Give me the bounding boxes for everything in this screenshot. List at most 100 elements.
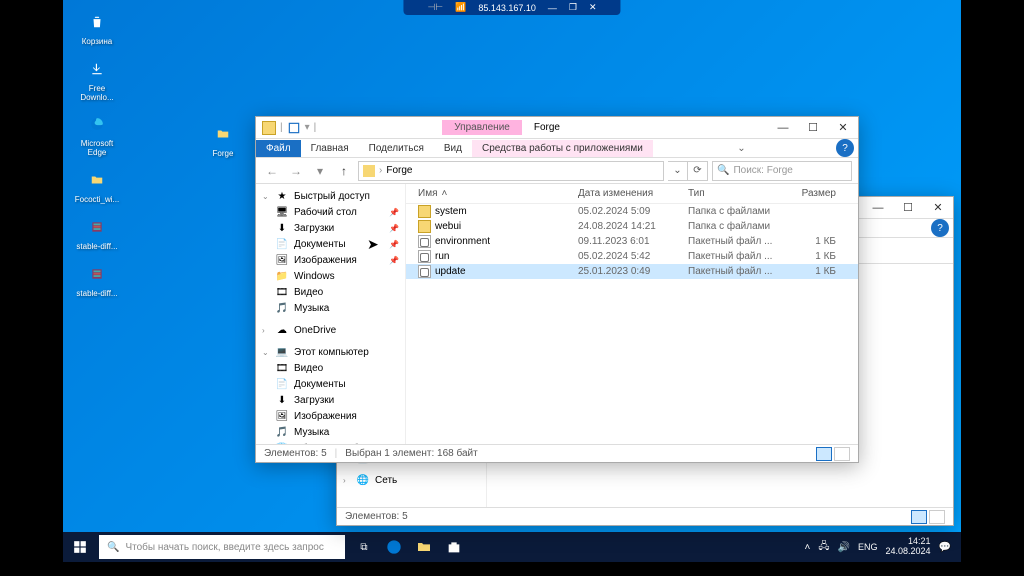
taskbar-store-icon[interactable] bbox=[439, 532, 469, 562]
statusbar-back: Элементов: 5 bbox=[337, 507, 953, 525]
sidebar-downloads[interactable]: ⬇Загрузки📌 bbox=[256, 220, 405, 236]
tray-sound-icon[interactable]: 🔊 bbox=[838, 542, 850, 553]
qat-properties-icon[interactable] bbox=[287, 121, 301, 135]
sidebar-windows[interactable]: 📁Windows bbox=[256, 268, 405, 284]
batch-file-icon bbox=[418, 250, 431, 263]
sidebar-documents[interactable]: 📄Документы📌 bbox=[256, 236, 405, 252]
taskbar-explorer-icon[interactable] bbox=[409, 532, 439, 562]
nav-back-icon[interactable]: ← bbox=[262, 161, 282, 181]
tray-chevron-icon[interactable]: ˄ bbox=[805, 542, 811, 553]
task-view-icon[interactable]: ⧉ bbox=[349, 532, 379, 562]
help-icon-back[interactable]: ? bbox=[931, 219, 949, 237]
file-list[interactable]: Имя˄ Дата изменения Тип Размер system 05.… bbox=[406, 184, 858, 444]
view-large-btn[interactable] bbox=[834, 447, 850, 461]
tab-home[interactable]: Главная bbox=[301, 140, 359, 157]
remote-ip: 85.143.167.10 bbox=[478, 3, 536, 13]
maximize-button-back[interactable]: ☐ bbox=[893, 198, 923, 218]
nav-up-icon[interactable]: ↑ bbox=[334, 161, 354, 181]
file-row[interactable]: webui24.08.2024 14:21Папка с файлами bbox=[406, 219, 858, 234]
desktop-icon-edge[interactable]: Microsoft Edge bbox=[69, 108, 125, 160]
sidebar-pc-pictures[interactable]: 🖼Изображения bbox=[256, 408, 405, 424]
desktop-icon-free-download[interactable]: Free Downlo... bbox=[69, 53, 125, 105]
tab-file[interactable]: Файл bbox=[256, 140, 301, 157]
file-row[interactable]: environment09.11.2023 6:01Пакетный файл … bbox=[406, 234, 858, 249]
sidebar-music[interactable]: 🎵Музыка bbox=[256, 300, 405, 316]
sidebar-pc-videos[interactable]: 🎞Видео bbox=[256, 360, 405, 376]
start-button[interactable] bbox=[65, 532, 95, 562]
desktop-icon-recycle-bin[interactable]: Корзина bbox=[69, 6, 125, 49]
explorer-window-front[interactable]: | ▾ | Управление Forge — ☐ ✕ Файл Главна… bbox=[255, 116, 859, 463]
file-date: 05.02.2024 5:09 bbox=[572, 206, 682, 217]
address-dropdown-icon[interactable]: ⌄ bbox=[668, 161, 688, 181]
address-row: ← → ▾ ↑ › Forge ⌄ ⟳ 🔍 Поиск: Forge bbox=[256, 158, 858, 184]
sidebar-pictures[interactable]: 🖼Изображения📌 bbox=[256, 252, 405, 268]
file-row[interactable]: update25.01.2023 0:49Пакетный файл ...1 … bbox=[406, 264, 858, 279]
close-button-back[interactable]: ✕ bbox=[923, 198, 953, 218]
file-size: 1 КБ bbox=[782, 251, 842, 262]
col-type[interactable]: Тип bbox=[682, 188, 782, 199]
sidebar-pc-downloads[interactable]: ⬇Загрузки bbox=[256, 392, 405, 408]
sidebar-onedrive[interactable]: ›☁OneDrive bbox=[256, 322, 405, 338]
desktop-icon-forge[interactable]: Forge bbox=[195, 118, 251, 161]
file-row[interactable]: run05.02.2024 5:42Пакетный файл ...1 КБ bbox=[406, 249, 858, 264]
breadcrumb-folder-icon bbox=[363, 165, 375, 177]
batch-file-icon bbox=[418, 235, 431, 248]
col-name[interactable]: Имя˄ bbox=[412, 188, 572, 199]
desktop-icon-archive-1[interactable]: stable-diff... bbox=[69, 211, 125, 254]
sidebar-quick-access[interactable]: ⌄★Быстрый доступ bbox=[256, 188, 405, 204]
tab-view[interactable]: Вид bbox=[434, 140, 472, 157]
sidebar[interactable]: ⌄★Быстрый доступ 🖥Рабочий стол📌 ⬇Загрузк… bbox=[256, 184, 406, 444]
desktop-icon-folder-1[interactable]: Fococti_wi... bbox=[69, 164, 125, 207]
desktop[interactable]: ⊣⊢ 📶 85.143.167.10 — ❐ ✕ Корзина Free Do… bbox=[63, 0, 961, 562]
minimize-button[interactable]: — bbox=[768, 118, 798, 138]
file-date: 24.08.2024 14:21 bbox=[572, 221, 682, 232]
file-type: Папка с файлами bbox=[682, 221, 782, 232]
file-size: 1 КБ bbox=[782, 266, 842, 277]
col-date[interactable]: Дата изменения bbox=[572, 188, 682, 199]
sidebar-pc-documents[interactable]: 📄Документы bbox=[256, 376, 405, 392]
tray-network-icon[interactable]: 🖧 bbox=[818, 539, 829, 556]
nav-recent-icon[interactable]: ▾ bbox=[310, 161, 330, 181]
taskbar-search-placeholder: Чтобы начать поиск, введите здесь запрос bbox=[125, 542, 323, 553]
remote-close-icon[interactable]: ✕ bbox=[589, 2, 597, 13]
file-name: system bbox=[435, 206, 467, 217]
maximize-button[interactable]: ☐ bbox=[798, 118, 828, 138]
taskbar-search[interactable]: 🔍 Чтобы начать поиск, введите здесь запр… bbox=[99, 535, 345, 559]
help-icon[interactable]: ? bbox=[836, 139, 854, 157]
desktop-icons-col2: Forge bbox=[195, 118, 251, 161]
sidebar-videos[interactable]: 🎞Видео bbox=[256, 284, 405, 300]
tab-share[interactable]: Поделиться bbox=[359, 140, 434, 157]
tray-notifications-icon[interactable]: 💬 bbox=[939, 542, 951, 553]
remote-restore-icon[interactable]: ❐ bbox=[569, 2, 577, 13]
sidebar-this-pc[interactable]: ⌄💻Этот компьютер bbox=[256, 344, 405, 360]
search-icon: 🔍 bbox=[717, 165, 729, 176]
col-size[interactable]: Размер bbox=[782, 188, 842, 199]
refresh-icon[interactable]: ⟳ bbox=[688, 161, 708, 181]
tray-language[interactable]: ENG bbox=[858, 542, 878, 552]
batch-file-icon bbox=[418, 265, 431, 278]
pin-icon[interactable]: ⊣⊢ bbox=[427, 2, 443, 13]
view-details-btn-back[interactable] bbox=[911, 510, 927, 524]
close-button[interactable]: ✕ bbox=[828, 118, 858, 138]
taskbar-edge-icon[interactable] bbox=[379, 532, 409, 562]
file-type: Пакетный файл ... bbox=[682, 251, 782, 262]
desktop-icon-archive-2[interactable]: stable-diff... bbox=[69, 258, 125, 301]
titlebar[interactable]: | ▾ | Управление Forge — ☐ ✕ bbox=[256, 117, 858, 139]
remote-minimize-icon[interactable]: — bbox=[548, 3, 557, 13]
minimize-button-back[interactable]: — bbox=[863, 198, 893, 218]
folder-icon bbox=[418, 205, 431, 218]
search-input[interactable]: 🔍 Поиск: Forge bbox=[712, 161, 852, 181]
breadcrumb-item[interactable]: Forge bbox=[386, 165, 412, 176]
file-row[interactable]: system05.02.2024 5:09Папка с файлами bbox=[406, 204, 858, 219]
tab-app-tools[interactable]: Средства работы с приложениями bbox=[472, 140, 653, 157]
tray-clock[interactable]: 14:21 24.08.2024 bbox=[886, 537, 931, 557]
ribbon-context-tab[interactable]: Управление bbox=[442, 120, 522, 135]
sidebar-network-back[interactable]: ›🌐Сеть bbox=[337, 472, 486, 488]
ribbon-chevron[interactable]: ⌄ bbox=[737, 143, 745, 154]
taskbar[interactable]: 🔍 Чтобы начать поиск, введите здесь запр… bbox=[63, 532, 961, 562]
sidebar-pc-music[interactable]: 🎵Музыка bbox=[256, 424, 405, 440]
address-bar[interactable]: › Forge bbox=[358, 161, 664, 181]
sidebar-desktop[interactable]: 🖥Рабочий стол📌 bbox=[256, 204, 405, 220]
view-details-btn[interactable] bbox=[816, 447, 832, 461]
view-large-btn-back[interactable] bbox=[929, 510, 945, 524]
